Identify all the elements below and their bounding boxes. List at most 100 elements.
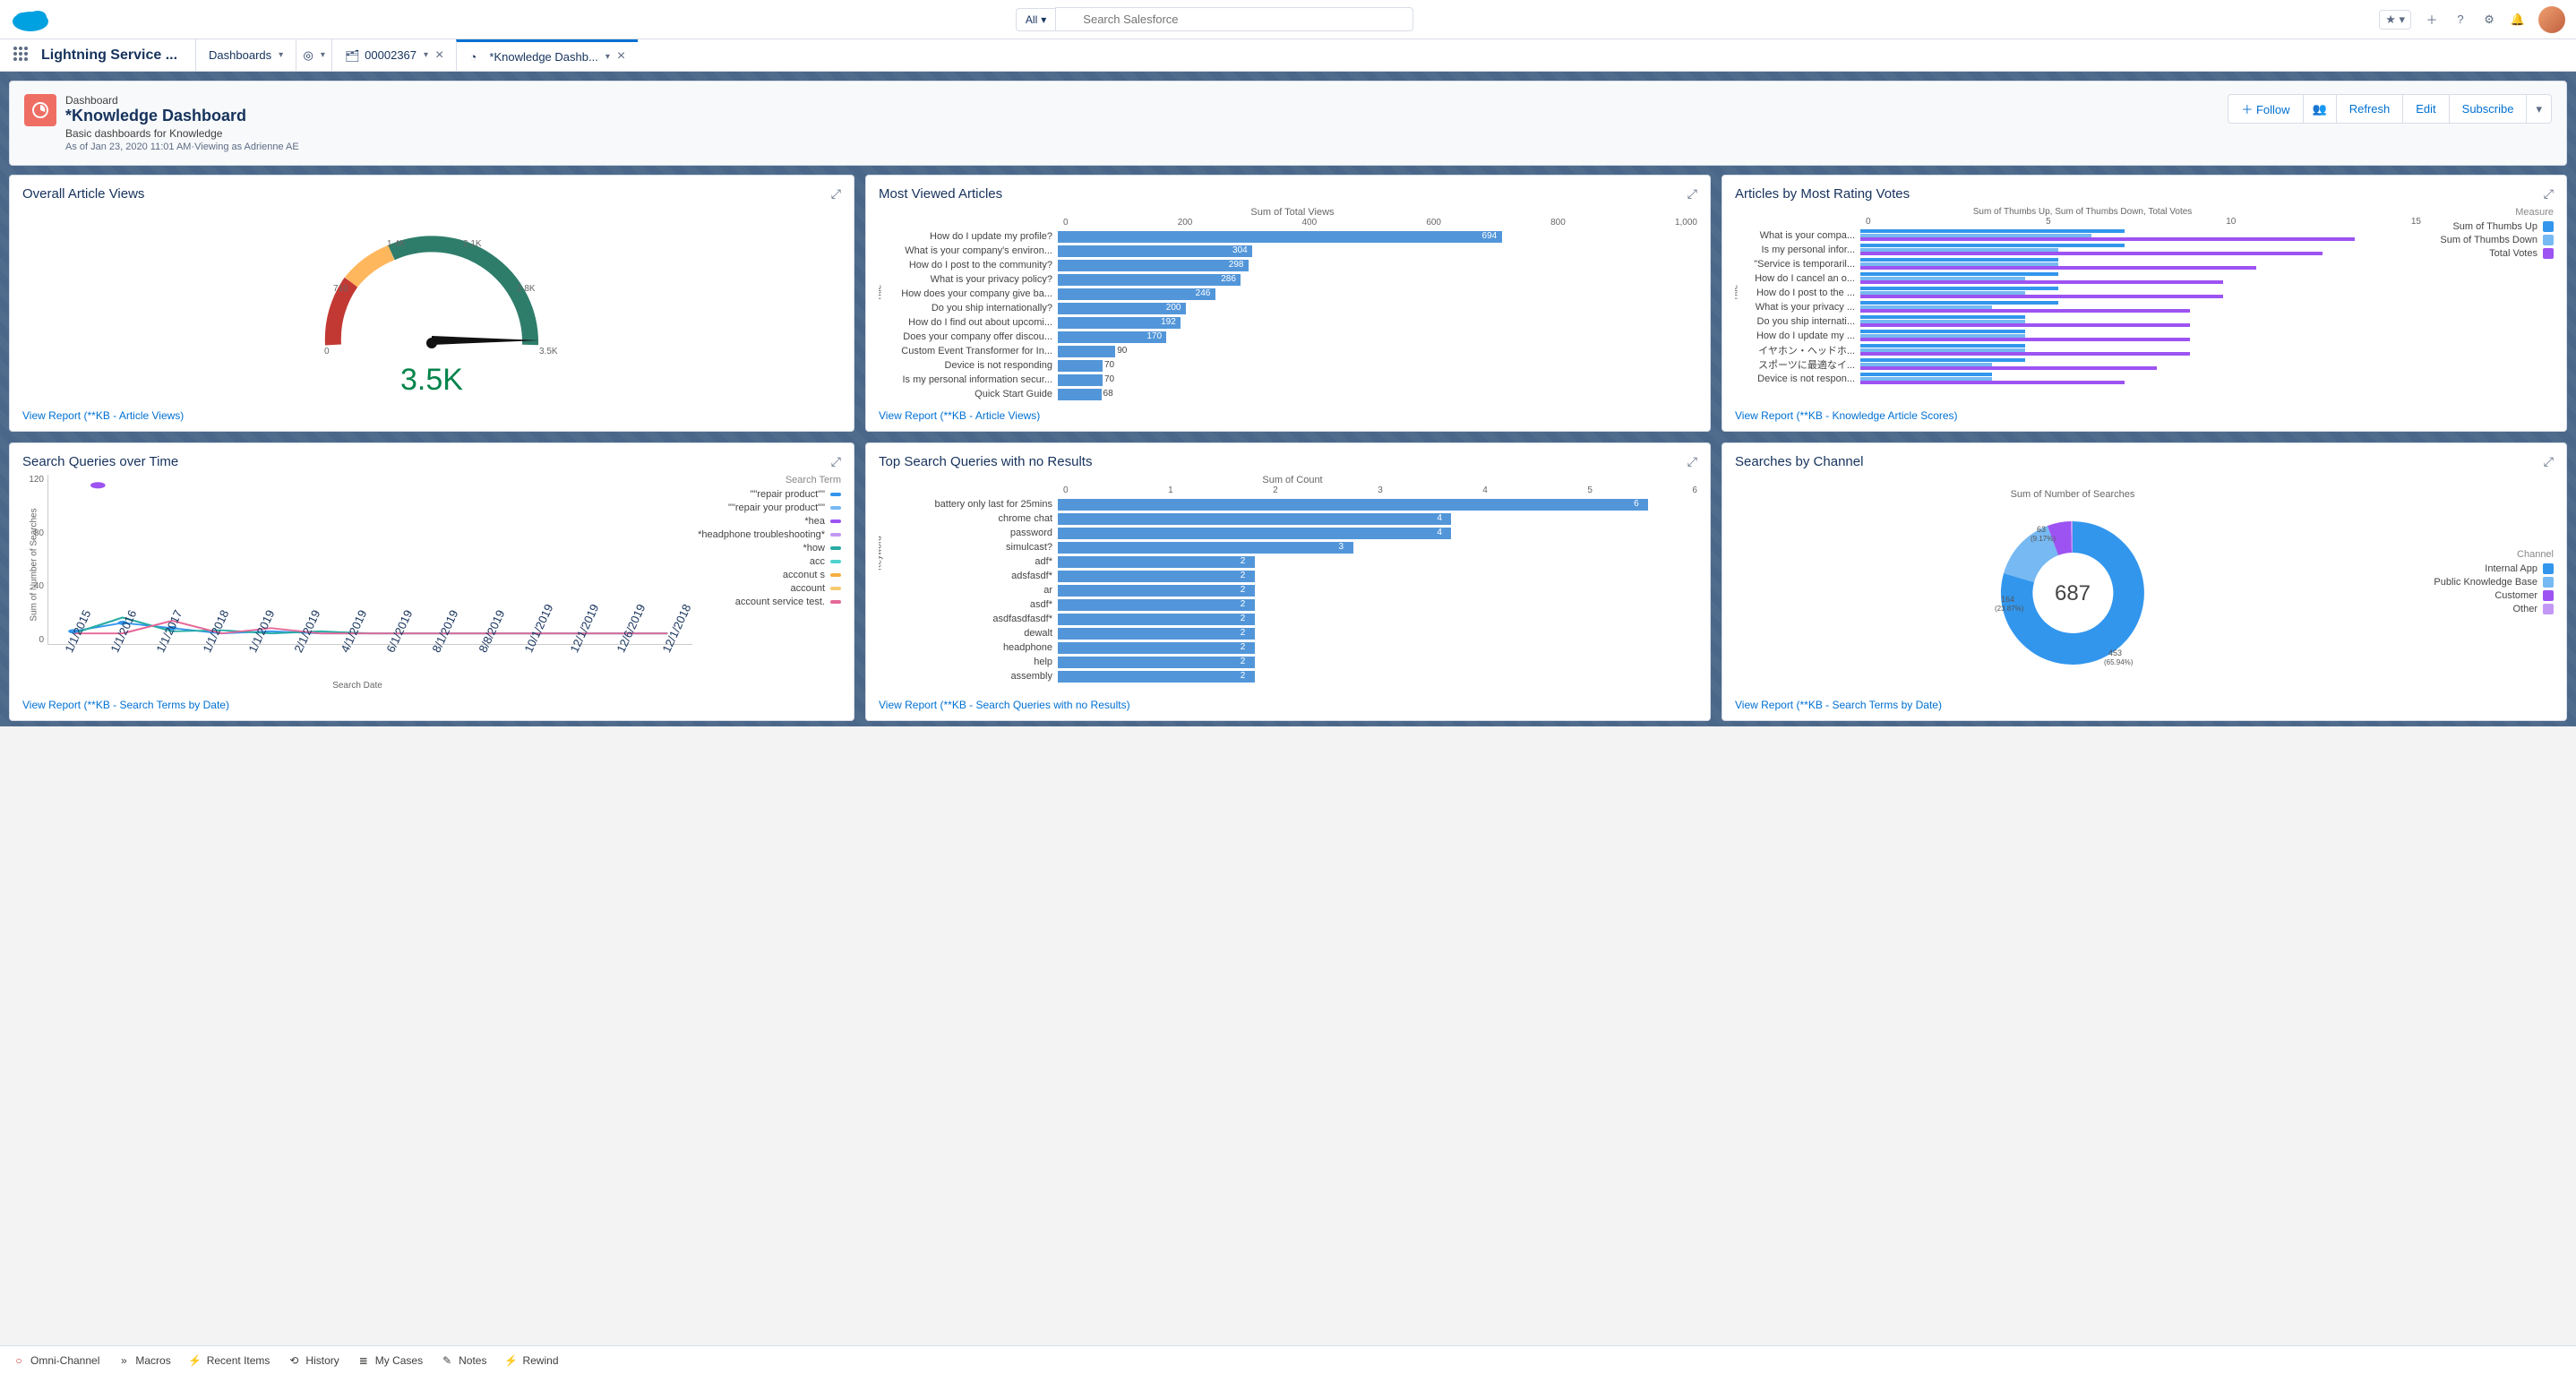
bar-row: Do you ship internationally?200 bbox=[888, 301, 1697, 315]
bar-row: dewalt2 bbox=[888, 626, 1697, 640]
chevron-down-icon[interactable]: ▾ bbox=[605, 52, 610, 62]
view-report-link[interactable]: View Report (**KB - Article Views) bbox=[879, 409, 1040, 422]
bar-row: assembly2 bbox=[888, 669, 1697, 683]
legend-item: acconut s bbox=[698, 570, 841, 580]
expand-icon[interactable]: ⤢ bbox=[831, 454, 841, 469]
card-search-queries-over-time: Search Queries over Time ⤢ Sum of Number… bbox=[9, 442, 854, 721]
page-subtitle: Basic dashboards for Knowledge bbox=[65, 127, 299, 140]
utility-omni-channel[interactable]: ○Omni-Channel bbox=[13, 1354, 99, 1367]
favorites-button[interactable]: ★ ▾ bbox=[2379, 10, 2411, 30]
nav-tab-dashboards[interactable]: Dashboards ▾ bbox=[195, 39, 296, 71]
legend-item: Sum of Thumbs Up bbox=[2428, 221, 2554, 232]
nav-tab-case[interactable]: 🗂 00002367 ▾ × bbox=[331, 39, 456, 71]
bar-row: Device is not responding70 bbox=[888, 358, 1697, 373]
card-title: Search Queries over Time bbox=[22, 454, 178, 469]
expand-icon[interactable]: ⤢ bbox=[1687, 454, 1697, 469]
x-axis-label: Sum of Thumbs Up, Sum of Thumbs Down, To… bbox=[1744, 207, 2421, 217]
bar-row: What is your privacy policy?286 bbox=[888, 272, 1697, 287]
donut-chart: 687 453 (65.94%) 164 (23.87%) 63 (9.17%) bbox=[1979, 503, 2167, 674]
utility-notes[interactable]: ✎Notes bbox=[441, 1354, 486, 1367]
header-utilities: ★ ▾ ＋ ? ⚙ 🔔 bbox=[2379, 6, 2565, 33]
more-actions-button[interactable]: ▾ bbox=[2526, 94, 2552, 124]
search-input[interactable] bbox=[1055, 7, 1413, 31]
x-axis-ticks: 051015 bbox=[1866, 217, 2421, 227]
view-report-link[interactable]: View Report (**KB - Knowledge Article Sc… bbox=[1735, 409, 1958, 422]
utility-recent-items[interactable]: ⚡Recent Items bbox=[189, 1354, 270, 1367]
legend-item: *how bbox=[698, 543, 841, 554]
add-icon[interactable]: ＋ bbox=[2424, 12, 2440, 28]
setup-gear-icon[interactable]: ⚙ bbox=[2481, 12, 2497, 28]
help-icon[interactable]: ? bbox=[2452, 12, 2469, 28]
notifications-bell-icon[interactable]: 🔔 bbox=[2510, 12, 2526, 28]
nav-tab-split[interactable]: ◎▾ bbox=[296, 39, 331, 71]
view-report-link[interactable]: View Report (**KB - Search Terms by Date… bbox=[22, 699, 229, 711]
follow-button[interactable]: ＋ Follow bbox=[2228, 94, 2303, 124]
expand-icon[interactable]: ⤢ bbox=[2544, 186, 2554, 202]
legend: Search Term ""repair product""""repair y… bbox=[698, 475, 841, 691]
svg-text:(23.87%): (23.87%) bbox=[1995, 605, 2024, 613]
expand-icon[interactable]: ⤢ bbox=[2544, 454, 2554, 469]
dashboard-canvas: Dashboard *Knowledge Dashboard Basic das… bbox=[0, 72, 2576, 726]
y-axis-label: Title bbox=[879, 284, 884, 301]
close-icon[interactable]: × bbox=[617, 48, 625, 64]
bar-row: password4 bbox=[888, 526, 1697, 540]
svg-text:63: 63 bbox=[2037, 525, 2046, 534]
card-searches-by-channel: Searches by Channel ⤢ Sum of Number of S… bbox=[1722, 442, 2567, 721]
bar-row: ar2 bbox=[888, 583, 1697, 597]
line-chart: Sum of Number of Searches 12080400 1/1/2… bbox=[22, 475, 692, 645]
utility-my-cases[interactable]: ≣My Cases bbox=[357, 1354, 423, 1367]
user-avatar[interactable] bbox=[2538, 6, 2565, 33]
expand-icon[interactable]: ⤢ bbox=[1687, 186, 1697, 202]
nav-bar: Lightning Service ... Dashboards ▾ ◎▾ 🗂 … bbox=[0, 39, 2576, 72]
legend-item: ""repair product"" bbox=[698, 489, 841, 500]
dashboard-icon: ◔ bbox=[469, 50, 482, 63]
expand-icon[interactable]: ⤢ bbox=[831, 186, 841, 202]
svg-text:3.5K: 3.5K bbox=[539, 347, 558, 356]
legend: Channel Internal AppPublic Knowledge Bas… bbox=[2419, 549, 2554, 617]
refresh-button[interactable]: Refresh bbox=[2336, 94, 2404, 124]
legend-item: Internal App bbox=[2419, 563, 2554, 574]
chevron-down-icon: ▾ bbox=[1041, 13, 1046, 26]
close-icon[interactable]: × bbox=[435, 47, 443, 64]
app-launcher-icon[interactable] bbox=[0, 46, 41, 64]
svg-text:(65.94%): (65.94%) bbox=[2104, 658, 2134, 666]
x-axis-label: Sum of Count bbox=[888, 475, 1697, 485]
app-name: Lightning Service ... bbox=[41, 47, 195, 64]
search-scope-picker[interactable]: All▾ bbox=[1016, 8, 1055, 31]
svg-text:453: 453 bbox=[2108, 648, 2122, 657]
utility-rewind[interactable]: ⚡Rewind bbox=[504, 1354, 558, 1367]
edit-button[interactable]: Edit bbox=[2402, 94, 2449, 124]
dashboard-grid: Overall Article Views ⤢ 0 710 1.4K 2.1K … bbox=[9, 175, 2567, 721]
bar-row: How do I update my profile?694 bbox=[888, 229, 1697, 244]
nav-tab-label: Dashboards bbox=[209, 48, 271, 62]
bar-row: headphone2 bbox=[888, 640, 1697, 655]
card-title: Most Viewed Articles bbox=[879, 186, 1002, 202]
svg-text:0: 0 bbox=[324, 347, 330, 356]
bar-row: How do I post to the community?298 bbox=[888, 258, 1697, 272]
record-type-label: Dashboard bbox=[65, 94, 299, 107]
nav-tab-knowledge-dashboard[interactable]: ◔ *Knowledge Dashb... ▾ × bbox=[456, 39, 638, 71]
collaborate-icon-button[interactable]: 👥 bbox=[2303, 94, 2337, 124]
legend-item: account bbox=[698, 583, 841, 594]
bar-row: How do I find out about upcomi...192 bbox=[888, 315, 1697, 330]
chevron-down-icon[interactable]: ▾ bbox=[424, 50, 428, 60]
as-of-text: As of Jan 23, 2020 11:01 AM·Viewing as A… bbox=[65, 142, 299, 152]
y-axis-label: Title bbox=[1735, 284, 1740, 301]
legend-item: Sum of Thumbs Down bbox=[2428, 235, 2554, 245]
svg-text:(9.17%): (9.17%) bbox=[2031, 535, 2056, 543]
utility-macros[interactable]: »Macros bbox=[117, 1354, 170, 1367]
card-title: Searches by Channel bbox=[1735, 454, 1863, 469]
svg-text:2.1K: 2.1K bbox=[463, 239, 482, 249]
target-icon: ◎ bbox=[303, 48, 313, 63]
card-title: Top Search Queries with no Results bbox=[879, 454, 1092, 469]
bar-row: Is my personal information secur...70 bbox=[888, 373, 1697, 387]
view-report-link[interactable]: View Report (**KB - Search Queries with … bbox=[879, 699, 1130, 711]
chevron-down-icon[interactable]: ▾ bbox=[279, 50, 283, 60]
legend-item: Customer bbox=[2419, 590, 2554, 601]
utility-history[interactable]: ⟲History bbox=[288, 1354, 339, 1367]
view-report-link[interactable]: View Report (**KB - Search Terms by Date… bbox=[1735, 699, 1942, 711]
legend-item: *headphone troubleshooting* bbox=[698, 529, 841, 540]
view-report-link[interactable]: View Report (**KB - Article Views) bbox=[22, 409, 184, 422]
subscribe-button[interactable]: Subscribe bbox=[2449, 94, 2528, 124]
nav-tab-label: *Knowledge Dashb... bbox=[489, 50, 597, 64]
